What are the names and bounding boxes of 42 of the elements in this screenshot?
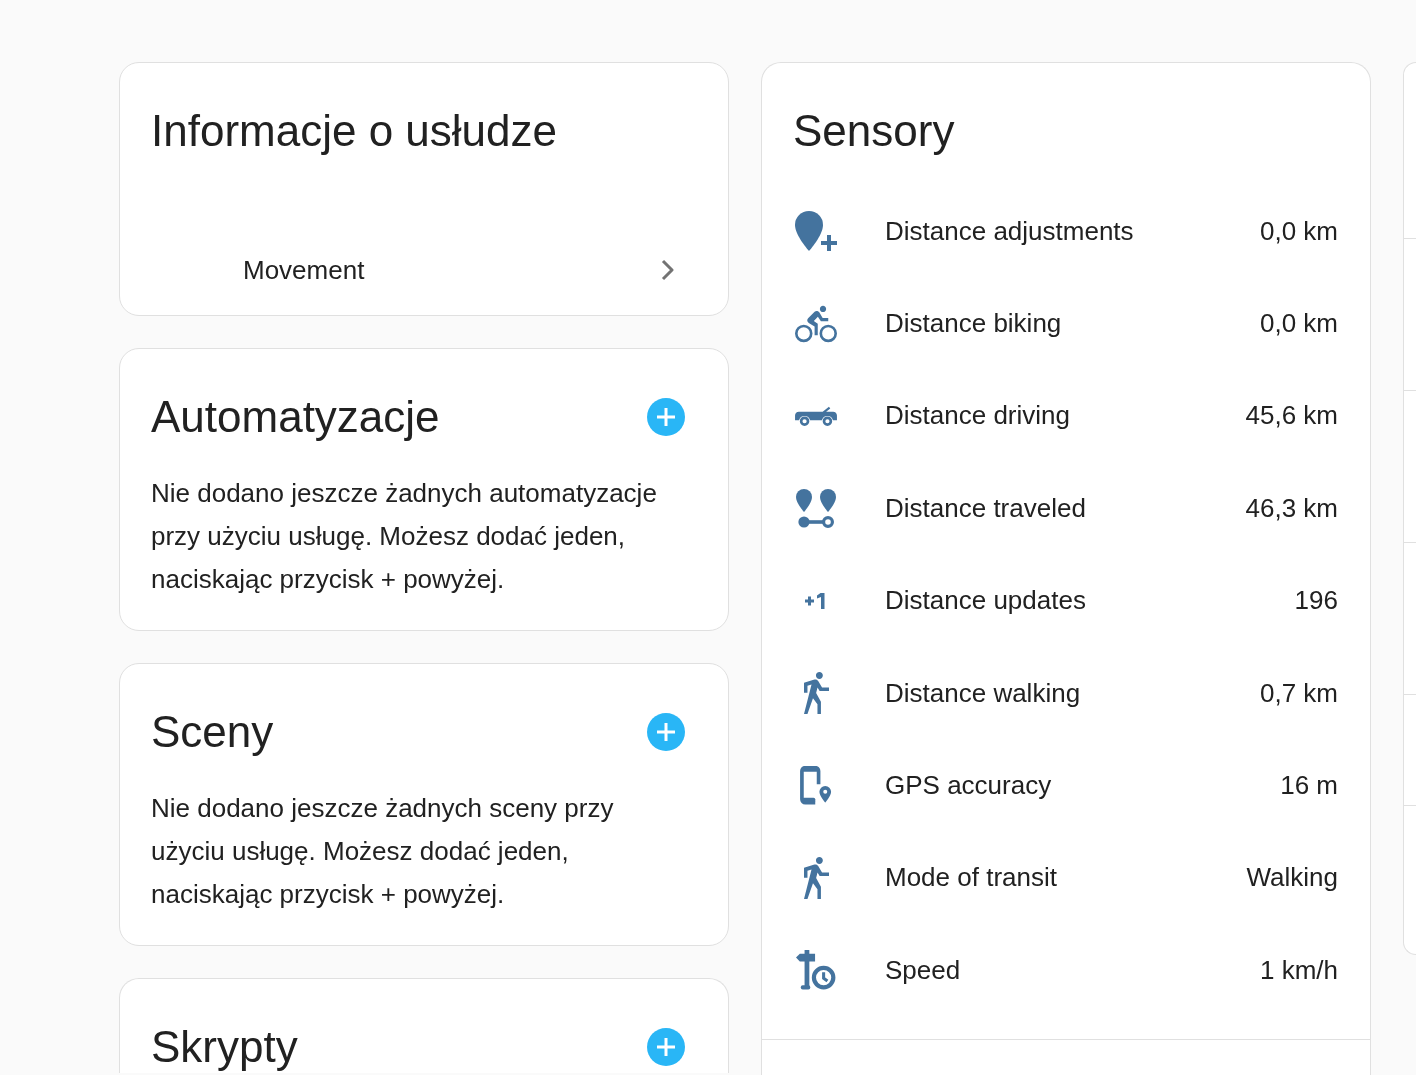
entity-name: Distance updates: [885, 584, 1086, 618]
convertible-car-icon: [795, 405, 837, 426]
entity-value: 1 km/h: [1259, 953, 1338, 987]
entity-name: Distance adjustments: [885, 214, 1134, 248]
walking-person-icon: [803, 672, 829, 715]
entity-name: GPS accuracy: [885, 769, 1052, 803]
map-pin-path-icon: [796, 488, 836, 528]
plus-icon: [657, 1038, 675, 1056]
signpost-clock-icon: [796, 950, 836, 991]
entity-name: Speed: [885, 953, 961, 987]
entity-value: 45,6 km: [1245, 399, 1338, 433]
plus-one-icon: [804, 592, 828, 609]
add-button[interactable]: [647, 713, 685, 751]
entity-value: 16 m: [1280, 769, 1338, 803]
card-title: Sensory: [793, 107, 955, 155]
entity-value: 196: [1294, 584, 1338, 618]
chevron-right-icon: [661, 259, 674, 281]
empty-message: Nie dodano jeszcze żadnych automatyzacje przy użyciu usługę. Możesz dodać jeden, naciskając przycisk + powyżej.: [151, 477, 658, 596]
phone-pin-icon: [799, 765, 833, 806]
plus-icon: [657, 408, 675, 426]
empty-message: Nie dodano jeszcze żadnych sceny przy użyciu usługę. Możesz dodać jeden, naciskając przycisk + powyżej.: [151, 792, 615, 911]
card-title: Automatyzacje: [151, 393, 440, 441]
add-button[interactable]: [647, 398, 685, 436]
card-title: Skrypty: [151, 1023, 298, 1071]
entity-value: 46,3 km: [1245, 491, 1338, 525]
entity-name: Distance walking: [885, 676, 1081, 710]
entity-name: Distance traveled: [885, 491, 1086, 525]
plus-icon: [657, 723, 675, 741]
bicycle-icon: [795, 304, 837, 343]
walking-person-icon: [803, 856, 829, 899]
entity-name: Distance biking: [885, 307, 1062, 341]
card-title: Sceny: [151, 708, 274, 756]
entity-value: 0,0 km: [1259, 214, 1338, 248]
entity-value: Walking: [1246, 861, 1338, 895]
add-button[interactable]: [647, 1028, 685, 1066]
entity-value: 0,7 km: [1259, 676, 1338, 710]
entity-value: 0,0 km: [1259, 307, 1338, 341]
map-pin-plus-icon: [795, 211, 837, 252]
device-list-item[interactable]: Movement: [243, 242, 674, 298]
entity-name: Mode of transit: [885, 861, 1057, 895]
entity-name: Distance driving: [885, 399, 1070, 433]
card-title: Informacje o usłudze: [151, 107, 558, 155]
